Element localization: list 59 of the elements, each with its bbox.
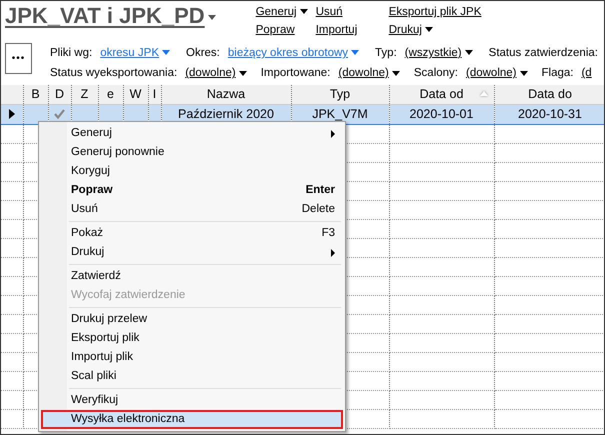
menu-item[interactable]: Koryguj — [41, 162, 343, 181]
submenu-arrow-icon — [331, 130, 335, 138]
table-cell: Październik 2020 — [178, 106, 274, 121]
menu-item[interactable]: Importuj plik — [41, 348, 343, 367]
menu-item[interactable]: Wysyłka elektroniczna — [41, 410, 343, 429]
menu-item[interactable]: Weryfikuj — [41, 391, 343, 410]
more-button[interactable]: ••• — [5, 43, 32, 74]
shortcut-label: Delete — [302, 202, 335, 217]
column-header[interactable]: B — [23, 85, 48, 104]
menu-item[interactable]: Pokaż F3 — [41, 224, 343, 243]
menu-item[interactable]: Drukuj przelew — [41, 310, 343, 329]
column-header[interactable]: Nazwa — [161, 85, 291, 104]
column-header[interactable]: W — [123, 85, 148, 104]
column-header[interactable]: I — [148, 85, 161, 104]
submenu-arrow-icon — [331, 248, 335, 256]
column-header[interactable]: Z — [71, 85, 98, 104]
menu-item[interactable]: Zatwierdź — [41, 267, 343, 286]
table-cell: 2020-10-01 — [410, 106, 474, 121]
filter-dropdown[interactable]: okresu JPK — [100, 45, 170, 62]
action-link[interactable]: Usuń — [316, 6, 343, 18]
table-cell: JPK_V7M — [312, 106, 368, 121]
action-link[interactable]: Drukuj — [388, 24, 433, 36]
filter-label: Status wyeksportowania: — [50, 66, 178, 82]
column-header[interactable] — [1, 85, 23, 104]
module-title[interactable]: JPK_VAT i JPK_PD — [5, 1, 216, 31]
menu-item[interactable]: Drukuj — [41, 243, 343, 262]
shortcut-label: Enter — [306, 182, 335, 198]
shortcut-label: F3 — [322, 226, 335, 241]
filter-label: Pliki wg: — [50, 46, 92, 61]
filter-dropdown[interactable]: (d — [581, 65, 592, 82]
filter-dropdown[interactable]: (wszystkie) — [404, 45, 473, 62]
filter-label: Typ: — [375, 46, 397, 61]
menu-item[interactable]: Usuń Delete — [41, 200, 343, 219]
column-header[interactable]: e — [98, 85, 123, 104]
filter-label: Flaga: — [542, 66, 574, 82]
filter-label: Okres: — [186, 46, 220, 61]
filter-label: Importowane: — [260, 66, 330, 82]
filter-dropdown[interactable]: (dowolne) — [466, 65, 528, 82]
filter-dropdown[interactable]: (dowolne) — [185, 65, 247, 82]
action-link[interactable]: Generuj — [256, 6, 308, 18]
menu-item[interactable]: Scal pliki — [41, 367, 343, 386]
column-header[interactable]: D — [48, 85, 71, 104]
filter-label: Scalony: — [414, 66, 458, 82]
action-link[interactable]: Eksportuj plik JPK — [388, 6, 482, 18]
menu-item[interactable]: Generuj — [41, 124, 343, 143]
filter-dropdown[interactable]: (dowolne) — [338, 65, 400, 82]
action-link[interactable]: Popraw — [256, 24, 295, 36]
menu-item[interactable]: Generuj ponownie — [41, 143, 343, 162]
sort-indicator-icon — [480, 91, 488, 96]
filter-dropdown[interactable]: bieżący okres obrotowy — [228, 45, 360, 62]
column-header[interactable]: Typ — [291, 85, 389, 104]
table-cell: 2020-10-31 — [518, 106, 582, 121]
column-header[interactable]: Data od — [389, 85, 494, 104]
menu-item[interactable]: Popraw Enter — [41, 181, 343, 200]
menu-item[interactable]: Eksportuj plik — [41, 329, 343, 348]
action-link[interactable]: Importuj — [316, 24, 358, 36]
checkmark-icon — [54, 109, 65, 120]
column-header[interactable]: Data do — [494, 85, 604, 104]
filter-label: Status zatwierdzenia: — [488, 46, 598, 61]
